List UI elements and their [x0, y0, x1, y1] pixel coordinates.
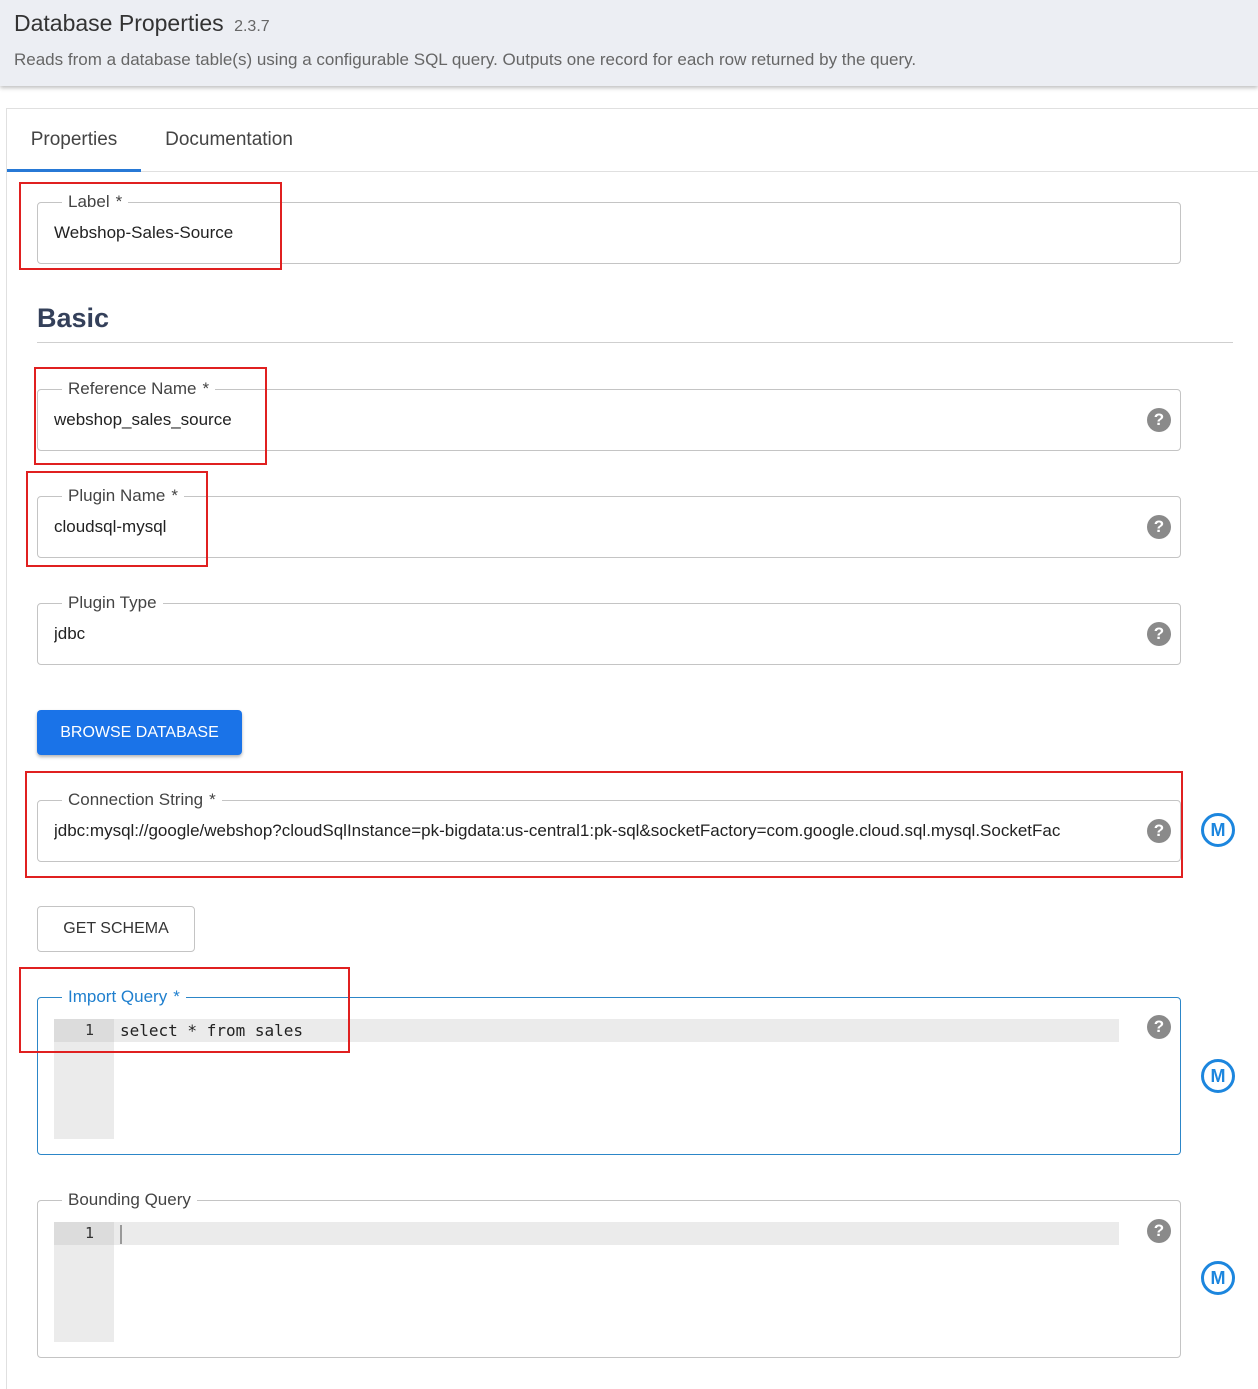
connection-string-input[interactable]: jdbc:mysql://google/webshop?cloudSqlInst… — [54, 801, 1120, 861]
reference-name-help-icon[interactable]: ? — [1147, 408, 1171, 432]
tab-documentation[interactable]: Documentation — [141, 109, 317, 172]
browse-database-button[interactable]: BROWSE DATABASE — [37, 710, 242, 755]
plugin-name-field[interactable]: Plugin Name * cloudsql-mysql ? — [37, 485, 1181, 558]
import-query-label: Import Query * — [62, 986, 186, 1008]
connection-string-macro-icon[interactable]: M — [1201, 813, 1235, 847]
line-number: 1 — [54, 1019, 114, 1042]
tab-bar: Properties Documentation — [7, 109, 1258, 172]
plugin-title: Database Properties — [14, 10, 224, 36]
plugin-name-help-icon[interactable]: ? — [1147, 515, 1171, 539]
plugin-description: Reads from a database table(s) using a c… — [14, 50, 917, 69]
connection-string-help-icon[interactable]: ? — [1147, 819, 1171, 843]
import-query-field[interactable]: Import Query * 1 select * from sales ? — [37, 986, 1181, 1155]
section-divider — [37, 342, 1233, 343]
label-input[interactable]: Webshop-Sales-Source — [54, 203, 233, 263]
bounding-query-macro-icon[interactable]: M — [1201, 1261, 1235, 1295]
plugin-name-input[interactable]: cloudsql-mysql — [54, 497, 166, 557]
plugin-version: 2.3.7 — [234, 18, 270, 35]
import-query-editor[interactable]: 1 select * from sales — [54, 1019, 1119, 1139]
plugin-type-input[interactable]: jdbc — [54, 604, 85, 664]
import-query-macro-icon[interactable]: M — [1201, 1059, 1235, 1093]
plugin-type-help-icon[interactable]: ? — [1147, 622, 1171, 646]
reference-name-input[interactable]: webshop_sales_source — [54, 390, 232, 450]
import-query-help-icon[interactable]: ? — [1147, 1015, 1171, 1039]
label-field[interactable]: Label * Webshop-Sales-Source — [37, 191, 1181, 264]
connection-string-field[interactable]: Connection String * jdbc:mysql://google/w… — [37, 789, 1181, 862]
reference-name-field[interactable]: Reference Name * webshop_sales_source ? — [37, 378, 1181, 451]
properties-header: Database Properties 2.3.7 Reads from a d… — [0, 0, 1258, 86]
section-basic-title: Basic — [37, 303, 110, 333]
bounding-query-help-icon[interactable]: ? — [1147, 1219, 1171, 1243]
code-line[interactable] — [114, 1222, 1119, 1245]
line-number: 1 — [54, 1222, 114, 1245]
code-line[interactable]: select * from sales — [114, 1019, 1119, 1042]
tab-properties[interactable]: Properties — [7, 109, 141, 172]
page-title: Database Properties 2.3.7 — [14, 10, 270, 37]
get-schema-button[interactable]: GET SCHEMA — [37, 906, 195, 952]
plugin-type-field[interactable]: Plugin Type jdbc ? — [37, 592, 1181, 665]
bounding-query-field[interactable]: Bounding Query 1 ? — [37, 1189, 1181, 1358]
bounding-query-label: Bounding Query — [62, 1189, 197, 1211]
bounding-query-editor[interactable]: 1 — [54, 1222, 1119, 1342]
text-cursor — [120, 1225, 122, 1244]
